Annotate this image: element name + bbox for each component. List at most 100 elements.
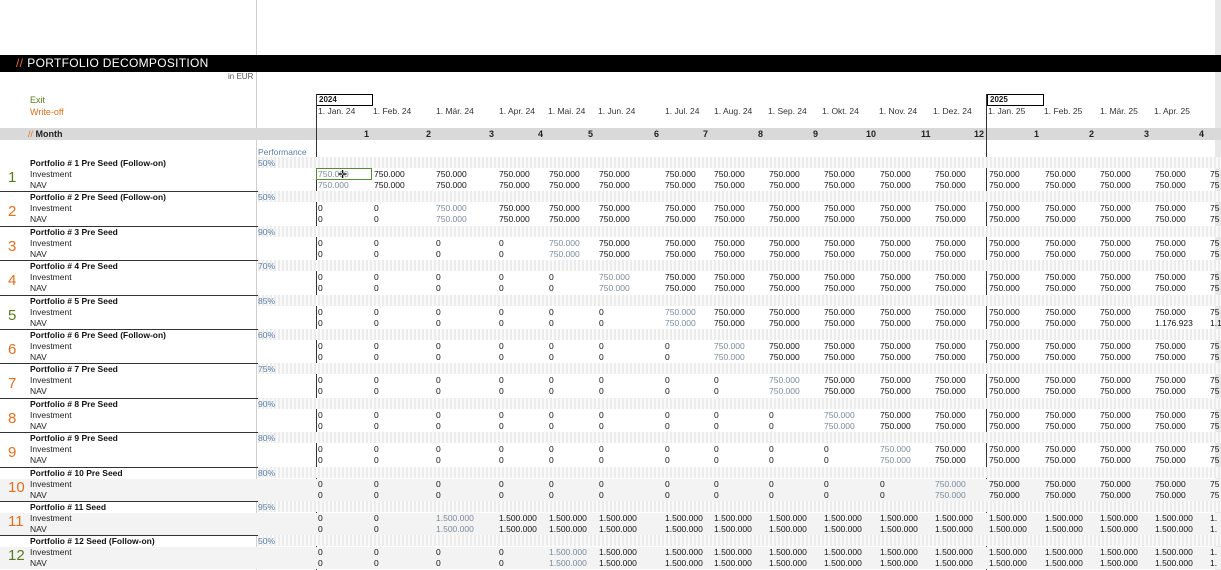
- investment-value-cell[interactable]: 750.000: [824, 203, 855, 213]
- nav-value-cell[interactable]: 750.000: [1155, 386, 1186, 396]
- investment-value-cell[interactable]: 0: [318, 410, 323, 420]
- nav-value-cell[interactable]: 0: [318, 524, 323, 534]
- portfolio-performance[interactable]: 80%: [258, 468, 275, 478]
- nav-value-cell[interactable]: 750.000: [1100, 180, 1131, 190]
- investment-value-cell[interactable]: 750.000: [769, 341, 800, 351]
- portfolio-performance[interactable]: 90%: [258, 399, 275, 409]
- investment-value-cell[interactable]: 0: [499, 238, 504, 248]
- investment-value-cell[interactable]: 75: [1210, 272, 1219, 282]
- investment-value-cell[interactable]: 750.000: [1155, 375, 1186, 385]
- nav-value-cell[interactable]: 1.500.000: [599, 524, 637, 534]
- month-number-cell[interactable]: 1: [364, 129, 369, 139]
- nav-value-cell[interactable]: 0: [824, 490, 829, 500]
- nav-value-cell[interactable]: 750.000: [769, 318, 800, 328]
- investment-value-cell[interactable]: 1.: [1210, 547, 1217, 557]
- nav-value-cell[interactable]: 750.000: [599, 214, 630, 224]
- nav-value-cell[interactable]: 750.000: [769, 352, 800, 362]
- nav-value-cell[interactable]: 750.000: [824, 214, 855, 224]
- investment-value-cell[interactable]: 1.500.000: [665, 547, 703, 557]
- investment-value-cell[interactable]: 750.000: [665, 307, 696, 317]
- investment-value-cell[interactable]: 750.000: [665, 203, 696, 213]
- nav-value-cell[interactable]: 750.000: [824, 180, 855, 190]
- investment-value-cell[interactable]: 750.000: [1155, 341, 1186, 351]
- investment-value-cell[interactable]: 750.000: [880, 238, 911, 248]
- nav-value-cell[interactable]: 0: [499, 318, 504, 328]
- nav-value-cell[interactable]: 750.000: [989, 352, 1020, 362]
- nav-value-cell[interactable]: 75: [1210, 490, 1219, 500]
- nav-value-cell[interactable]: 750.000: [1100, 214, 1131, 224]
- investment-value-cell[interactable]: 750.000: [599, 238, 630, 248]
- nav-value-cell[interactable]: 0: [374, 490, 379, 500]
- investment-value-cell[interactable]: 750.000: [1045, 341, 1076, 351]
- nav-value-cell[interactable]: 0: [436, 558, 441, 568]
- investment-value-cell[interactable]: 750.000: [1100, 444, 1131, 454]
- investment-value-cell[interactable]: 750.000: [880, 341, 911, 351]
- nav-value-cell[interactable]: 1.500.000: [549, 558, 587, 568]
- investment-value-cell[interactable]: 1.500.000: [880, 513, 918, 523]
- nav-value-cell[interactable]: 1.500.000: [989, 524, 1027, 534]
- date-header-cell[interactable]: 1. Jan. 25: [988, 106, 1025, 116]
- investment-value-cell[interactable]: 1.500.000: [549, 513, 587, 523]
- investment-value-cell[interactable]: 0: [549, 444, 554, 454]
- nav-value-cell[interactable]: 750.000: [599, 283, 630, 293]
- investment-value-cell[interactable]: 750.000: [880, 375, 911, 385]
- nav-value-cell[interactable]: 0: [499, 283, 504, 293]
- nav-value-cell[interactable]: 0: [374, 558, 379, 568]
- investment-value-cell[interactable]: 0: [714, 444, 719, 454]
- investment-value-cell[interactable]: 750.000: [1100, 238, 1131, 248]
- portfolio-name[interactable]: Portfolio # 6 Pre Seed (Follow-on): [30, 330, 166, 340]
- investment-value-cell[interactable]: 750.000: [989, 479, 1020, 489]
- investment-value-cell[interactable]: 750.000: [1100, 375, 1131, 385]
- investment-value-cell[interactable]: 0: [318, 513, 323, 523]
- investment-value-cell[interactable]: 1.500.000: [1155, 547, 1193, 557]
- nav-value-cell[interactable]: 75: [1210, 455, 1219, 465]
- investment-value-cell[interactable]: 750.000: [824, 410, 855, 420]
- nav-value-cell[interactable]: 1.500.000: [989, 558, 1027, 568]
- portfolio-performance[interactable]: 50%: [258, 536, 275, 546]
- nav-value-cell[interactable]: 750.000: [1155, 421, 1186, 431]
- nav-value-cell[interactable]: 750.000: [714, 180, 745, 190]
- investment-value-cell[interactable]: 0: [499, 444, 504, 454]
- nav-value-cell[interactable]: 0: [665, 455, 670, 465]
- investment-value-cell[interactable]: 0: [499, 272, 504, 282]
- date-header-cell[interactable]: 1. Sep. 24: [768, 106, 807, 116]
- investment-value-cell[interactable]: 750.000: [1155, 410, 1186, 420]
- nav-value-cell[interactable]: 750.000: [665, 180, 696, 190]
- investment-value-cell[interactable]: 750.000: [935, 169, 966, 179]
- investment-value-cell[interactable]: 750.000: [935, 238, 966, 248]
- nav-value-cell[interactable]: 1.500.000: [1155, 558, 1193, 568]
- nav-value-cell[interactable]: 75: [1210, 421, 1219, 431]
- month-number-cell[interactable]: 2: [426, 129, 431, 139]
- investment-value-cell[interactable]: 0: [436, 238, 441, 248]
- investment-value-cell[interactable]: 1.500.000: [989, 547, 1027, 557]
- investment-value-cell[interactable]: 0: [599, 479, 604, 489]
- investment-value-cell[interactable]: 75: [1210, 444, 1219, 454]
- date-header-cell[interactable]: 1. Feb. 24: [373, 106, 411, 116]
- investment-value-cell[interactable]: 75: [1210, 341, 1219, 351]
- date-header-cell[interactable]: 1. Aug. 24: [714, 106, 752, 116]
- nav-value-cell[interactable]: 750.000: [1045, 180, 1076, 190]
- nav-value-cell[interactable]: 0: [714, 490, 719, 500]
- date-header-cell[interactable]: 1. Mär. 25: [1100, 106, 1138, 116]
- investment-value-cell[interactable]: 750.000: [1045, 444, 1076, 454]
- investment-value-cell[interactable]: 0: [499, 375, 504, 385]
- investment-value-cell[interactable]: 0: [599, 444, 604, 454]
- nav-value-cell[interactable]: 750.000: [824, 318, 855, 328]
- investment-value-cell[interactable]: 0: [374, 410, 379, 420]
- month-number-cell[interactable]: 3: [489, 129, 494, 139]
- investment-value-cell[interactable]: 750.000: [989, 203, 1020, 213]
- month-number-cell[interactable]: 9: [813, 129, 818, 139]
- investment-value-cell[interactable]: 0: [318, 238, 323, 248]
- investment-value-cell[interactable]: 0: [374, 307, 379, 317]
- nav-value-cell[interactable]: 750.000: [935, 386, 966, 396]
- date-header-cell[interactable]: 1. Mär. 24: [436, 106, 474, 116]
- nav-value-cell[interactable]: 750.000: [769, 180, 800, 190]
- nav-value-cell[interactable]: 0: [769, 421, 774, 431]
- investment-value-cell[interactable]: 0: [436, 444, 441, 454]
- investment-value-cell[interactable]: 0: [824, 444, 829, 454]
- investment-value-cell[interactable]: 0: [499, 307, 504, 317]
- portfolio-performance[interactable]: 95%: [258, 502, 275, 512]
- nav-value-cell[interactable]: 750.000: [824, 352, 855, 362]
- investment-value-cell[interactable]: 750.000: [989, 169, 1020, 179]
- nav-value-cell[interactable]: 0: [549, 455, 554, 465]
